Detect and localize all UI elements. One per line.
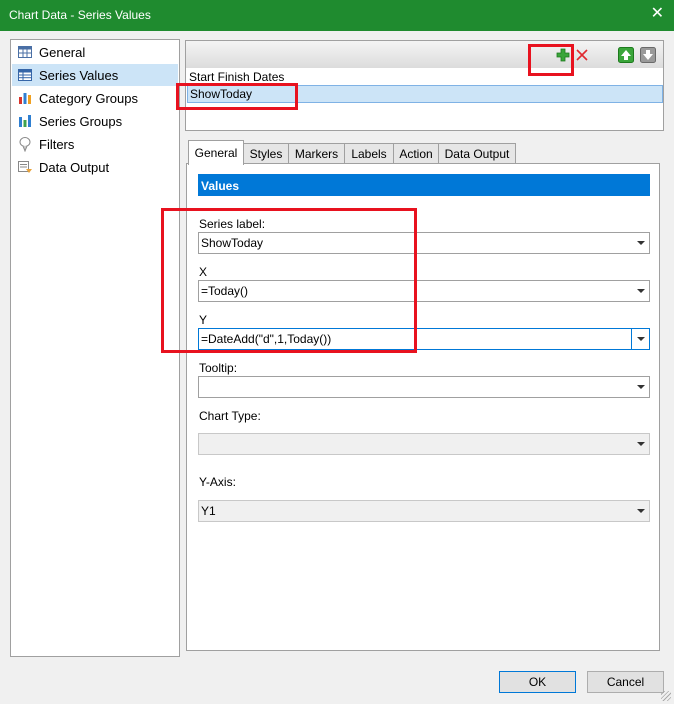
tab-labels[interactable]: Labels (344, 143, 394, 164)
series-list-item[interactable]: ShowToday (187, 85, 663, 103)
series-label-combo[interactable]: ShowToday (198, 232, 650, 254)
ok-button[interactable]: OK (499, 671, 576, 693)
nav-item-label: Data Output (39, 159, 110, 175)
bar-chart-icon (19, 115, 31, 127)
nav-panel: General Series Values Category Groups Se… (10, 39, 180, 657)
title-bar: Chart Data - Series Values ✕ (0, 0, 674, 31)
tab-styles[interactable]: Styles (243, 143, 289, 164)
section-header: Values (198, 174, 650, 196)
chevron-down-icon[interactable] (631, 233, 649, 253)
chevron-down-icon (631, 434, 649, 454)
series-group-header: Start Finish Dates (189, 70, 285, 84)
tab-markers[interactable]: Markers (288, 143, 345, 164)
nav-item-label: Series Values (39, 67, 119, 83)
bar-chart-icon (19, 93, 31, 104)
nav-item-data-output[interactable]: Data Output (12, 156, 178, 178)
chevron-down-icon[interactable] (631, 281, 649, 301)
nav-item-series-groups[interactable]: Series Groups (12, 110, 178, 132)
series-toolbar (186, 41, 663, 68)
chart-type-label: Chart Type: (199, 409, 261, 423)
nav-item-label: Series Groups (39, 113, 123, 129)
chevron-down-icon[interactable] (631, 329, 649, 349)
close-icon[interactable]: ✕ (651, 6, 664, 22)
delete-icon[interactable] (574, 47, 590, 63)
resize-grip[interactable] (661, 691, 671, 701)
y-label: Y (199, 313, 208, 327)
y-value: =DateAdd("d",1,Today()) (201, 332, 332, 346)
series-label-value: ShowToday (201, 236, 264, 250)
tab-general[interactable]: General (188, 140, 244, 165)
chevron-down-icon[interactable] (631, 501, 649, 521)
grid-icon (18, 46, 32, 58)
tab-panel-general: Values Series label: ShowToday X =Today(… (186, 163, 660, 651)
tooltip-combo[interactable] (198, 376, 650, 398)
series-list-item-label: ShowToday (190, 87, 253, 101)
filter-icon (19, 137, 31, 152)
nav-item-label: Filters (39, 136, 75, 152)
nav-item-series-values[interactable]: Series Values (12, 64, 178, 86)
data-output-icon (18, 161, 32, 173)
chart-type-combo (198, 433, 650, 455)
table-icon (18, 69, 32, 81)
x-value: =Today() (201, 284, 249, 298)
tooltip-label: Tooltip: (199, 361, 238, 375)
tab-action[interactable]: Action (393, 143, 439, 164)
move-up-icon[interactable] (618, 47, 634, 63)
add-icon[interactable] (555, 47, 571, 63)
y-axis-value: Y1 (201, 504, 216, 518)
nav-item-filters[interactable]: Filters (12, 133, 178, 155)
window-title: Chart Data - Series Values (9, 8, 151, 22)
chevron-down-icon[interactable] (631, 377, 649, 397)
tab-data-output[interactable]: Data Output (438, 143, 516, 164)
series-label-label: Series label: (199, 217, 266, 231)
series-list: Start Finish Dates ShowToday (185, 40, 664, 131)
y-axis-combo[interactable]: Y1 (198, 500, 650, 522)
cancel-button[interactable]: Cancel (587, 671, 664, 693)
section-title: Values (201, 179, 240, 193)
y-axis-label: Y-Axis: (199, 475, 236, 489)
x-combo[interactable]: =Today() (198, 280, 650, 302)
y-combo[interactable]: =DateAdd("d",1,Today()) (198, 328, 650, 350)
nav-item-label: General (39, 44, 86, 60)
x-label: X (199, 265, 208, 279)
nav-item-category-groups[interactable]: Category Groups (12, 87, 178, 109)
move-down-icon[interactable] (640, 47, 656, 63)
nav-item-general[interactable]: General (12, 41, 178, 63)
nav-item-label: Category Groups (39, 90, 138, 106)
